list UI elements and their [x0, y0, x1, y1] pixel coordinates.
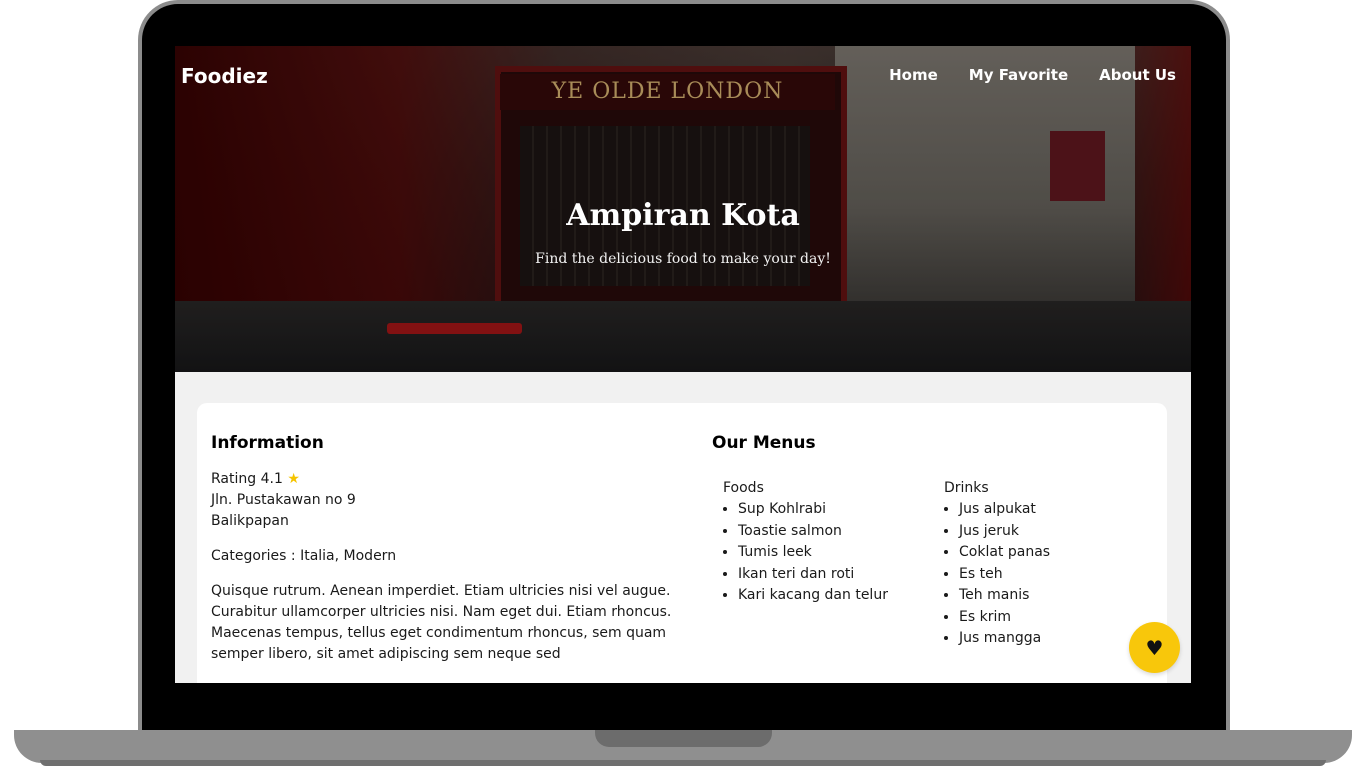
information-section: Information Rating 4.1 ★ Jln. Pustakawan… [211, 433, 691, 679]
food-item: Tumis leek [738, 542, 933, 564]
information-heading: Information [211, 433, 324, 453]
foods-list: Sup Kohlrabi Toastie salmon Tumis leek I… [712, 499, 933, 607]
hero-subtitle: Find the delicious food to make your day… [535, 251, 831, 267]
star-icon: ★ [287, 471, 300, 487]
categories-text: Categories : Italia, Modern [211, 548, 397, 564]
foods-column: Foods Sup Kohlrabi Toastie salmon Tumis … [712, 477, 933, 650]
drink-item: Es teh [959, 564, 1154, 586]
browser-screen: YE OLDE LONDON Foodiez Home My Favorite … [175, 46, 1191, 683]
hero-title: Ampiran Kota [566, 198, 800, 233]
restaurant-detail-card: Information Rating 4.1 ★ Jln. Pustakawan… [197, 403, 1167, 683]
menu-columns: Foods Sup Kohlrabi Toastie salmon Tumis … [712, 477, 1162, 650]
laptop-base-shadow [40, 760, 1326, 766]
laptop-notch [595, 730, 772, 747]
food-item: Ikan teri dan roti [738, 564, 933, 586]
nav-my-favorite[interactable]: My Favorite [969, 66, 1068, 84]
menus-section: Our Menus Foods Sup Kohlrabi Toastie sal… [712, 433, 1162, 650]
drinks-title: Drinks [944, 480, 989, 496]
drink-item: Jus alpukat [959, 499, 1154, 521]
favorite-button[interactable]: ♥ [1129, 622, 1180, 673]
city-text: Balikpapan [211, 513, 289, 529]
nav-about-us[interactable]: About Us [1099, 66, 1176, 84]
food-item: Kari kacang dan telur [738, 585, 933, 607]
heart-icon: ♥ [1145, 635, 1164, 660]
hero-banner: YE OLDE LONDON Foodiez Home My Favorite … [175, 46, 1191, 372]
drink-item: Coklat panas [959, 542, 1154, 564]
drink-item: Teh manis [959, 585, 1154, 607]
brand-logo[interactable]: Foodiez [181, 64, 268, 88]
rating-address-block: Rating 4.1 ★ Jln. Pustakawan no 9 Balikp… [211, 469, 691, 532]
drinks-list: Jus alpukat Jus jeruk Coklat panas Es te… [933, 499, 1154, 650]
food-item: Sup Kohlrabi [738, 499, 933, 521]
rating-text: Rating 4.1 [211, 471, 283, 487]
drink-item: Es krim [959, 607, 1154, 629]
menus-heading: Our Menus [712, 433, 816, 453]
drinks-column: Drinks Jus alpukat Jus jeruk Coklat pana… [933, 477, 1154, 650]
nav-home[interactable]: Home [889, 66, 938, 84]
description-text: Quisque rutrum. Aenean imperdiet. Etiam … [211, 583, 672, 662]
drink-item: Jus mangga [959, 628, 1154, 650]
address-text: Jln. Pustakawan no 9 [211, 492, 356, 508]
drink-item: Jus jeruk [959, 521, 1154, 543]
food-item: Toastie salmon [738, 521, 933, 543]
foods-title: Foods [723, 480, 764, 496]
main-nav: Home My Favorite About Us [889, 66, 1176, 84]
